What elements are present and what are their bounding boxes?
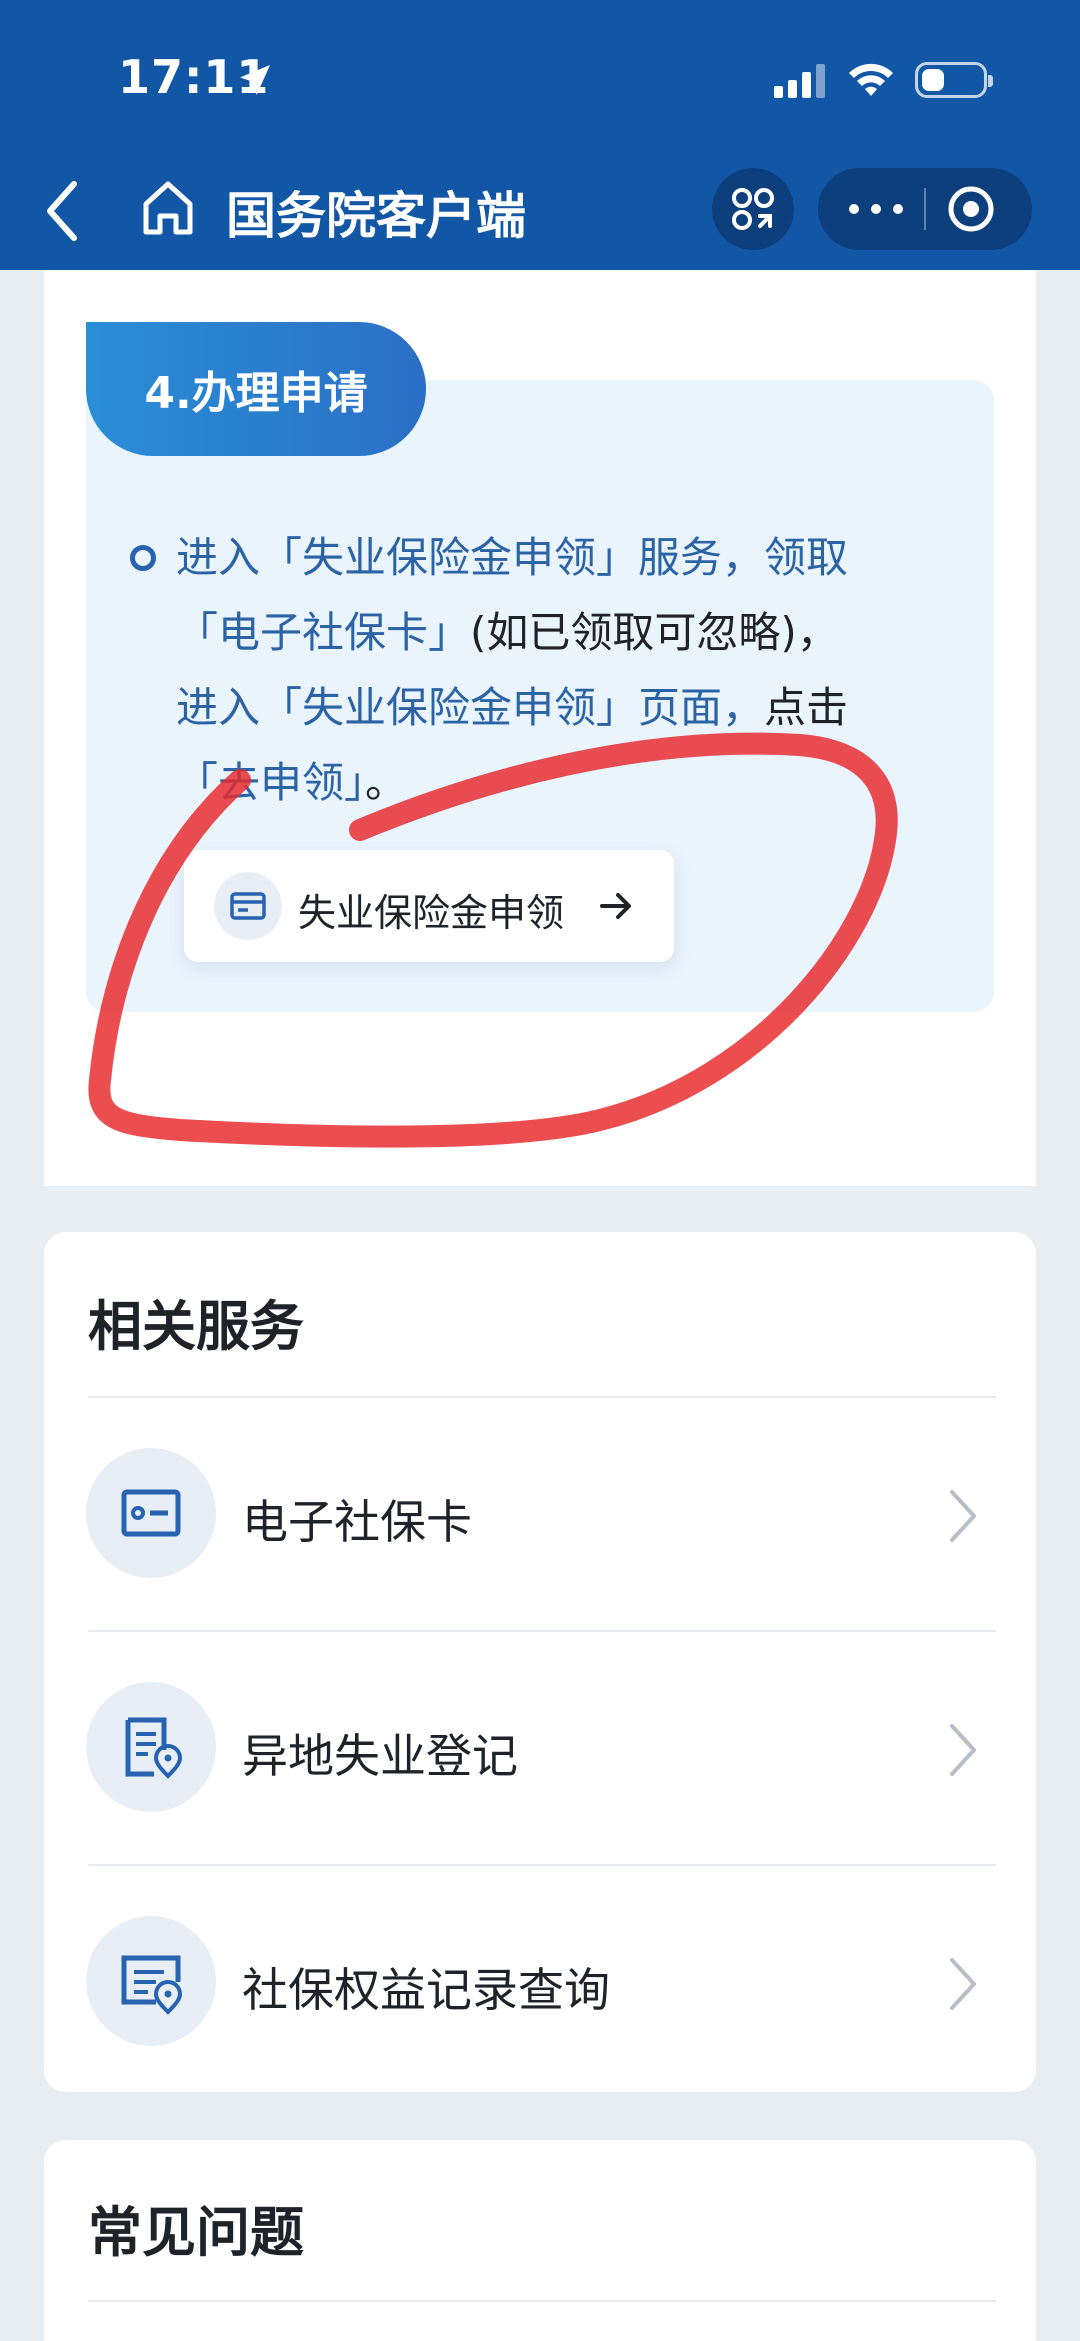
cellular-signal-icon xyxy=(774,64,825,98)
related-item-remote-registration[interactable]: 异地失业登记 xyxy=(44,1632,1036,1864)
related-item-e-social-card[interactable]: 电子社保卡 xyxy=(44,1398,1036,1630)
faq-card: 常见问题 xyxy=(44,2140,1036,2341)
chevron-right-icon xyxy=(950,1490,976,1542)
home-icon[interactable] xyxy=(140,178,196,238)
document-location-icon xyxy=(86,1682,216,1812)
link-label: 失业保险金申领 xyxy=(298,891,565,935)
divider xyxy=(88,2300,996,2302)
location-arrow-icon xyxy=(240,65,270,95)
scan-icon xyxy=(732,188,774,230)
related-services-card: 相关服务 电子社保卡 异地失业登记 社保权益记录查询 xyxy=(44,1232,1036,2092)
id-card-icon xyxy=(86,1448,216,1578)
instruction-segment: (如已领取可忽略)， xyxy=(470,608,839,657)
app-header: 17:11 国务院客户端 xyxy=(0,0,1080,270)
bullet-icon xyxy=(130,545,156,571)
instruction-segment: 「去申领」 xyxy=(176,758,366,807)
related-item-social-security-query[interactable]: 社保权益记录查询 xyxy=(44,1866,1036,2098)
miniprogram-capsule xyxy=(818,168,1032,250)
instruction-segment: 「电子社保卡」 xyxy=(176,608,471,657)
more-icon[interactable] xyxy=(846,196,906,222)
back-arrow-icon[interactable] xyxy=(40,176,90,246)
related-item-label: 电子社保卡 xyxy=(242,1495,472,1549)
arrow-right-icon xyxy=(600,893,631,919)
record-location-icon xyxy=(86,1916,216,2046)
section-title: 常见问题 xyxy=(88,2201,304,2264)
unemployment-benefit-link[interactable]: 失业保险金申领 xyxy=(184,850,674,962)
chevron-right-icon xyxy=(950,1958,976,2010)
step-instruction: 进入「失业保险金申领」服务，领取 「电子社保卡」(如已领取可忽略)， 进入「失业… xyxy=(176,520,996,820)
section-title: 相关服务 xyxy=(88,1295,304,1358)
battery-icon xyxy=(915,62,993,98)
related-item-label: 异地失业登记 xyxy=(242,1729,518,1783)
instruction-segment: 。 xyxy=(365,758,408,807)
scan-button[interactable] xyxy=(712,168,794,250)
step-card: 4.办理申请 进入「失业保险金申领」服务，领取 「电子社保卡」(如已领取可忽略)… xyxy=(44,270,1036,1186)
step-badge: 4.办理申请 xyxy=(86,322,426,456)
close-miniprogram-icon[interactable] xyxy=(946,184,996,234)
page-title: 国务院客户端 xyxy=(226,187,526,245)
instruction-segment: 点击 xyxy=(764,683,849,732)
wifi-icon xyxy=(849,63,893,96)
chevron-right-icon xyxy=(950,1724,976,1776)
related-item-label: 社保权益记录查询 xyxy=(242,1963,610,2017)
card-icon xyxy=(214,872,282,940)
instruction-segment: 进入「失业保险金申领」页面， xyxy=(176,683,765,732)
instruction-segment: 进入「失业保险金申领」服务，领取 xyxy=(176,533,849,582)
